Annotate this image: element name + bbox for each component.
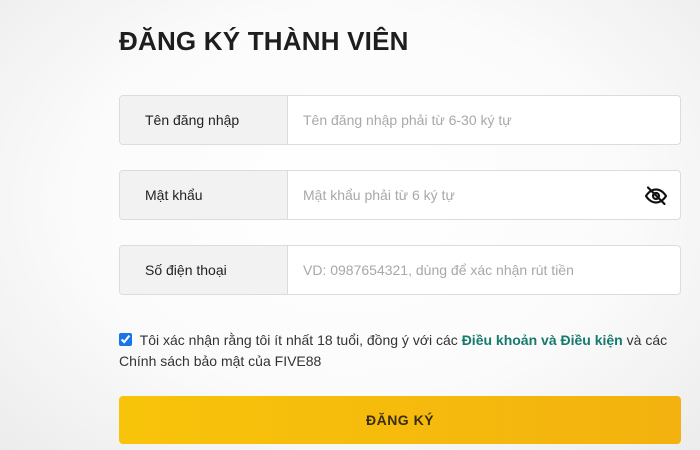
password-input[interactable]: [288, 171, 680, 219]
phone-label: Số điện thoại: [120, 246, 288, 294]
phone-row: Số điện thoại: [119, 245, 681, 295]
agreement-checkbox[interactable]: [119, 333, 132, 346]
password-row: Mật khẩu: [119, 170, 681, 220]
password-label: Mật khẩu: [120, 171, 288, 219]
agreement-row: Tôi xác nhận rằng tôi ít nhất 18 tuổi, đ…: [119, 330, 684, 372]
page-title: ĐĂNG KÝ THÀNH VIÊN: [119, 26, 409, 56]
phone-input[interactable]: [288, 246, 680, 294]
username-input[interactable]: [288, 96, 680, 144]
username-row: Tên đăng nhập: [119, 95, 681, 145]
agreement-text: Tôi xác nhận rằng tôi ít nhất 18 tuổi, đ…: [139, 332, 458, 348]
username-label: Tên đăng nhập: [120, 96, 288, 144]
eye-slash-icon[interactable]: [644, 184, 668, 208]
terms-link[interactable]: Điều khoản và Điều kiện: [462, 332, 623, 348]
register-button[interactable]: ĐĂNG KÝ: [119, 396, 681, 444]
